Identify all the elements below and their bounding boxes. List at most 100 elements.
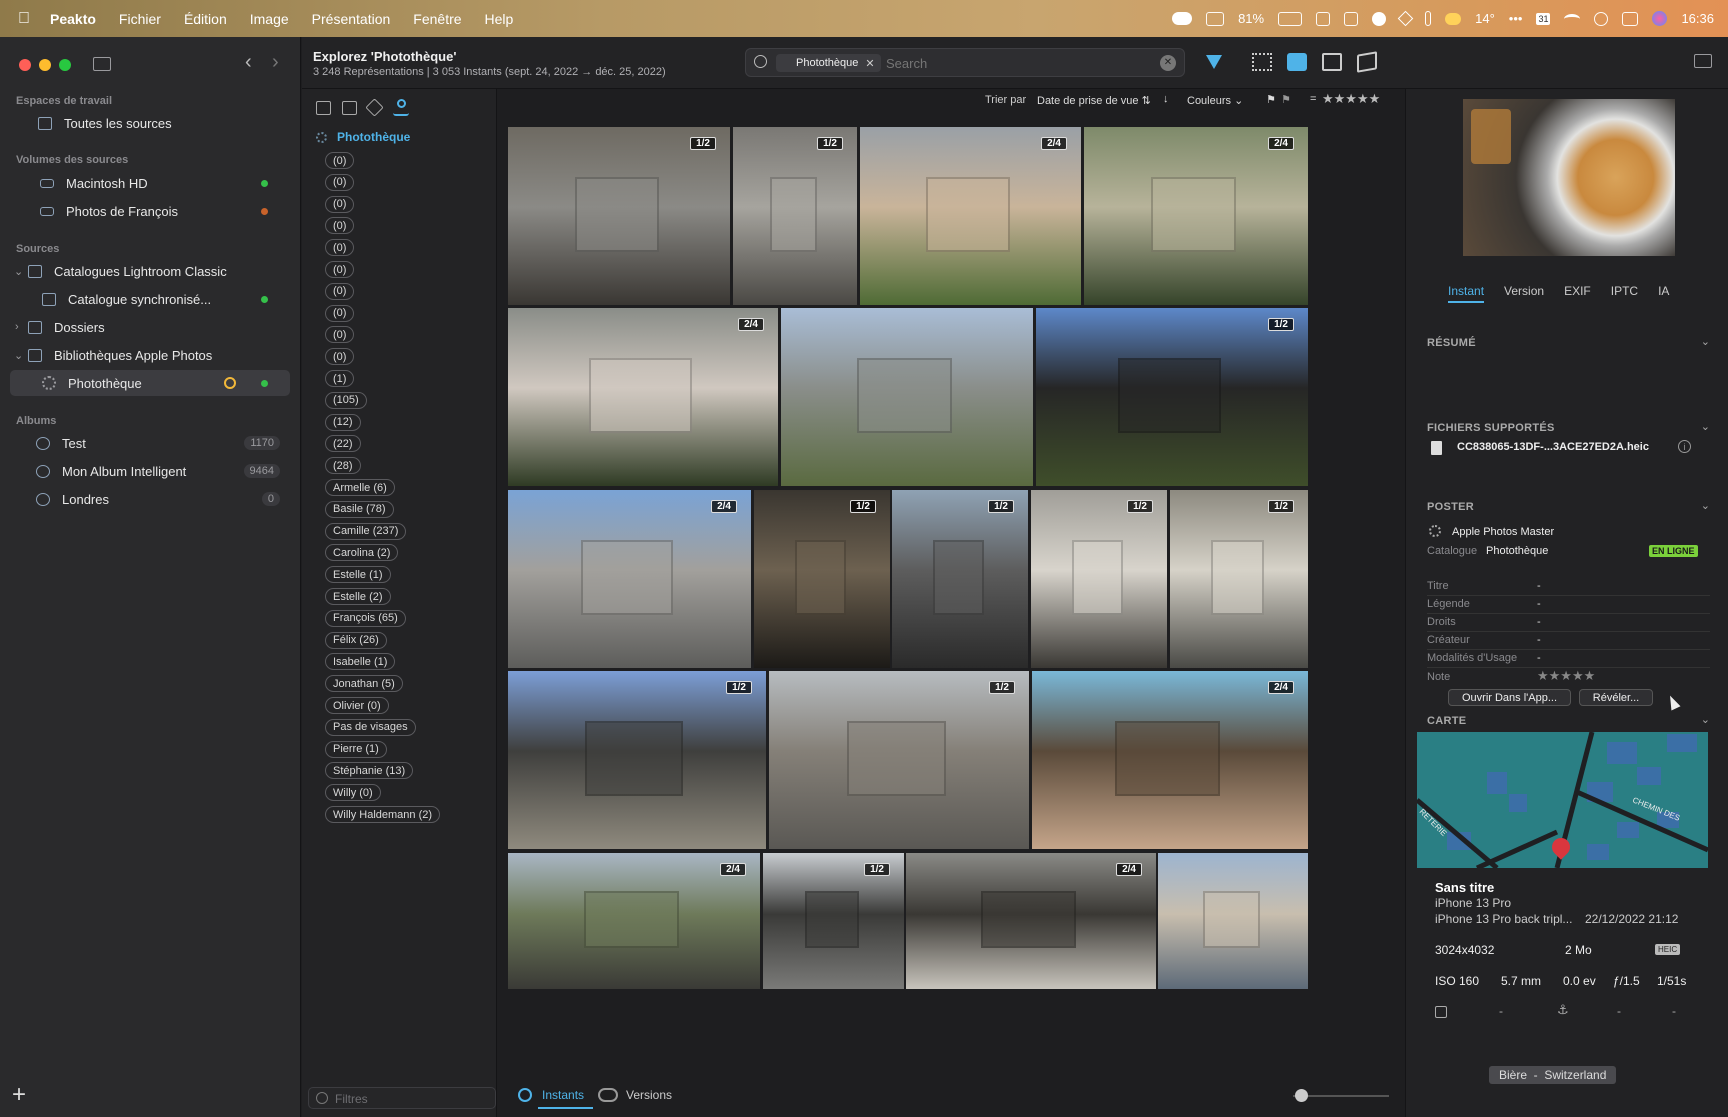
photo-thumbnail[interactable]: 2/4 <box>906 853 1156 989</box>
photo-thumbnail[interactable]: 2/4 <box>1032 671 1308 849</box>
toggle-sidebar-icon[interactable] <box>93 57 111 71</box>
sidebar-item-macintosh-hd[interactable]: Macintosh HD <box>10 170 290 196</box>
person-filter-chip[interactable]: Camille (237) <box>325 522 407 540</box>
metadata-value[interactable]: - <box>1537 634 1541 646</box>
sidebar-item-album-londres[interactable]: Londres 0 <box>10 486 290 512</box>
grid-mosaic-icon[interactable] <box>1287 53 1307 71</box>
files-header[interactable]: FICHIERS SUPPORTÉS <box>1427 422 1555 434</box>
photo-thumbnail[interactable]: 1/2 <box>892 490 1028 668</box>
map-view[interactable]: CHEMIN DES RETERIE <box>1417 732 1708 868</box>
person-filter-chip[interactable]: (0) <box>325 348 355 366</box>
crop-icon[interactable] <box>1344 11 1359 26</box>
sort-dropdown[interactable]: Date de prise de vue ⇅ <box>1037 94 1151 107</box>
person-filter-chip[interactable]: (0) <box>325 239 355 257</box>
person-filter-chip[interactable]: (28) <box>325 457 361 475</box>
person-filter-chip[interactable]: Armelle (6) <box>325 479 395 496</box>
person-filter-chip[interactable]: (1) <box>325 370 355 387</box>
single-view-icon[interactable] <box>1322 53 1342 71</box>
file-name[interactable]: CC838065-13DF-...3ACE27ED2A.heic <box>1457 441 1649 453</box>
person-filter-chip[interactable]: Pierre (1) <box>325 740 387 758</box>
photo-thumbnail[interactable]: 1/2 <box>754 490 890 668</box>
location-badge[interactable]: Bière - Switzerland <box>1489 1066 1617 1084</box>
diamond-icon[interactable] <box>1397 10 1414 27</box>
chevron-down-icon[interactable]: ⌄ <box>14 349 23 362</box>
sidebar-item-lr-sync[interactable]: Catalogue synchronisé... <box>10 286 290 312</box>
map-header[interactable]: CARTE <box>1427 715 1466 727</box>
filter-funnel-icon[interactable] <box>1206 55 1222 69</box>
sidebar-item-all-sources[interactable]: Toutes les sources <box>10 110 290 136</box>
tab-instant[interactable]: Instant <box>1448 284 1485 303</box>
remove-token-icon[interactable]: ✕ <box>865 57 874 70</box>
sidebar-item-apple-photos[interactable]: ⌄ Bibliothèques Apple Photos <box>10 342 290 368</box>
reveal-button[interactable]: Révéler... <box>1579 689 1653 706</box>
resume-header[interactable]: RÉSUMÉ <box>1427 337 1476 349</box>
sidebar-item-folders[interactable]: › Dossiers <box>10 314 290 340</box>
person-filter-chip[interactable]: (0) <box>325 152 355 169</box>
preview-thumbnail[interactable] <box>1463 99 1675 256</box>
person-filter-chip[interactable]: (0) <box>325 173 355 191</box>
instants-radio[interactable] <box>518 1088 532 1102</box>
zoom-window-button[interactable] <box>59 59 71 71</box>
chevron-down-icon[interactable]: ⌄ <box>1701 499 1710 512</box>
grid-small-icon[interactable] <box>1252 53 1272 71</box>
sort-direction-icon[interactable]: ↓ <box>1163 93 1169 105</box>
wifi-icon[interactable] <box>1564 13 1581 24</box>
d-icon[interactable] <box>1316 11 1331 26</box>
menu-fichier[interactable]: Fichier <box>119 11 161 27</box>
moon-icon[interactable] <box>1372 11 1387 26</box>
photo-thumbnail[interactable] <box>781 308 1033 486</box>
sidebar-item-lightroom-catalogs[interactable]: ⌄ Catalogues Lightroom Classic <box>10 258 290 284</box>
rating-operator[interactable]: = <box>1310 93 1316 105</box>
back-arrow-icon[interactable]: ‹ <box>245 51 252 74</box>
filter-root[interactable]: Photothèque <box>316 130 410 144</box>
add-source-button[interactable]: + <box>12 1081 26 1109</box>
sidebar-item-album-test[interactable]: Test 1170 <box>10 430 290 456</box>
tab-exif[interactable]: EXIF <box>1564 284 1591 303</box>
menu-app-name[interactable]: Peakto <box>50 11 96 27</box>
person-filter-chip[interactable]: (0) <box>325 282 355 300</box>
sidebar-item-phototheque[interactable]: Photothèque <box>10 370 290 396</box>
person-filter-chip[interactable]: (12) <box>325 413 361 431</box>
person-filter-chip[interactable]: (0) <box>325 217 355 235</box>
search-token[interactable]: Photothèque ✕ <box>776 54 881 72</box>
photo-thumbnail[interactable]: 2/4 <box>860 127 1081 305</box>
photo-thumbnail[interactable] <box>1158 853 1308 989</box>
info-icon[interactable]: i <box>1678 440 1691 453</box>
person-filter-chip[interactable]: Basile (78) <box>325 500 394 518</box>
calendar-filter-icon[interactable] <box>342 101 357 115</box>
person-filter-chip[interactable]: Carolina (2) <box>325 544 399 562</box>
filter-search-box[interactable]: Filtres <box>308 1087 496 1109</box>
photo-thumbnail[interactable]: 2/4 <box>1084 127 1308 305</box>
flag-icon[interactable]: ⚑ <box>1266 93 1276 106</box>
chevron-right-icon[interactable]: › <box>15 321 19 333</box>
metadata-value[interactable]: - <box>1537 580 1541 592</box>
person-filter-chip[interactable]: (105) <box>325 391 367 409</box>
chevron-down-icon[interactable]: ⌄ <box>1701 420 1710 433</box>
siri-icon[interactable] <box>1652 11 1668 26</box>
person-filter-chip[interactable]: Félix (26) <box>325 631 387 649</box>
person-filter-chip[interactable]: (22) <box>325 435 361 453</box>
person-filter-chip[interactable]: Estelle (2) <box>325 588 391 605</box>
photo-thumbnail[interactable]: 1/2 <box>769 671 1029 849</box>
display-icon[interactable] <box>1206 11 1225 26</box>
control-center-icon[interactable] <box>1622 11 1639 26</box>
metadata-value[interactable]: - <box>1537 652 1541 664</box>
person-filter-chip[interactable]: Jonathan (5) <box>325 675 403 693</box>
chevron-down-icon[interactable]: ⌄ <box>1701 335 1710 348</box>
chevron-down-icon[interactable]: ⌄ <box>14 265 23 278</box>
person-filter-chip[interactable]: Estelle (1) <box>325 566 391 584</box>
person-filter-chip[interactable]: (0) <box>325 195 355 213</box>
photo-thumbnail[interactable]: 2/4 <box>508 490 751 668</box>
menu-edition[interactable]: Édition <box>184 11 227 27</box>
person-filter-chip[interactable]: Stéphanie (13) <box>325 762 414 780</box>
tab-version[interactable]: Version <box>1504 284 1544 303</box>
hierarchy-icon[interactable] <box>316 101 331 115</box>
person-filter-chip[interactable]: (0) <box>325 304 355 322</box>
toggle-inspector-icon[interactable] <box>1694 54 1712 68</box>
poster-header[interactable]: POSTER <box>1427 501 1474 513</box>
open-in-app-button[interactable]: Ouvrir Dans l'App... <box>1448 689 1571 706</box>
search-bar[interactable]: Photothèque ✕ ✕ <box>745 48 1185 77</box>
thermometer-icon[interactable] <box>1425 11 1432 26</box>
weather-icon[interactable] <box>1445 12 1462 25</box>
person-filter-chip[interactable]: François (65) <box>325 609 406 627</box>
